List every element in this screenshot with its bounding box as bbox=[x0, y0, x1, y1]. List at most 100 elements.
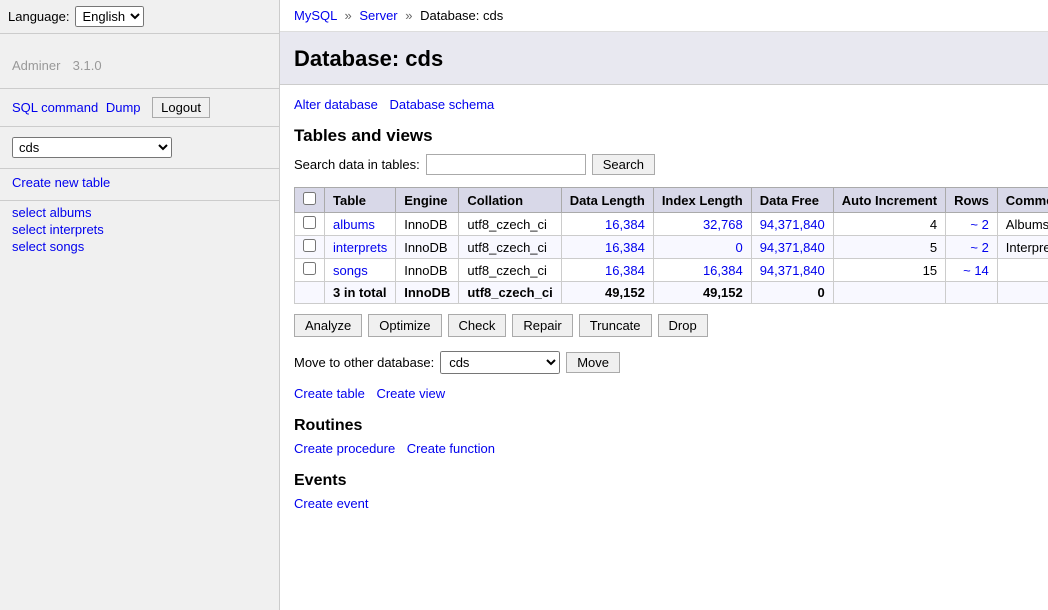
albums-data-length[interactable]: 16,384 bbox=[605, 217, 645, 232]
breadcrumb-mysql[interactable]: MySQL bbox=[294, 8, 337, 23]
routines-section: Routines Create procedure Create functio… bbox=[294, 417, 1048, 456]
create-table-link-bottom[interactable]: Create table bbox=[294, 386, 365, 401]
col-collation: Collation bbox=[459, 188, 561, 213]
search-label: Search data in tables: bbox=[294, 157, 420, 172]
interprets-link[interactable]: interprets bbox=[50, 222, 104, 237]
interprets-engine: InnoDB bbox=[396, 236, 459, 259]
select-interprets-link[interactable]: select bbox=[12, 222, 46, 237]
songs-index-length[interactable]: 16,384 bbox=[703, 263, 743, 278]
row-checkbox-albums[interactable] bbox=[303, 216, 316, 229]
table-row: interprets InnoDB utf8_czech_ci 16,384 0… bbox=[295, 236, 1048, 259]
songs-data-free[interactable]: 94,371,840 bbox=[760, 263, 825, 278]
songs-link[interactable]: songs bbox=[50, 239, 85, 254]
language-select[interactable]: English bbox=[75, 6, 144, 27]
albums-auto-increment: 4 bbox=[833, 213, 945, 236]
albums-rows[interactable]: ~ 2 bbox=[970, 217, 988, 232]
check-button[interactable]: Check bbox=[448, 314, 507, 337]
total-index-length: 49,152 bbox=[653, 282, 751, 304]
search-bar: Search data in tables: Search bbox=[294, 154, 1048, 175]
list-item: select interprets bbox=[12, 222, 267, 237]
dump-link[interactable]: Dump bbox=[106, 100, 141, 115]
database-schema-link[interactable]: Database schema bbox=[389, 97, 494, 112]
col-engine: Engine bbox=[396, 188, 459, 213]
interprets-data-length[interactable]: 16,384 bbox=[605, 240, 645, 255]
database-select[interactable]: cds bbox=[12, 137, 172, 158]
albums-link[interactable]: albums bbox=[50, 205, 92, 220]
total-engine: InnoDB bbox=[396, 282, 459, 304]
create-procedure-link[interactable]: Create procedure bbox=[294, 441, 395, 456]
interprets-data-free[interactable]: 94,371,840 bbox=[760, 240, 825, 255]
interprets-comment: Interprets bbox=[997, 236, 1048, 259]
interprets-index-length[interactable]: 0 bbox=[735, 240, 742, 255]
create-new-table-link[interactable]: Create new table bbox=[12, 175, 110, 190]
songs-rows[interactable]: ~ 14 bbox=[963, 263, 989, 278]
row-checkbox-songs[interactable] bbox=[303, 262, 316, 275]
create-event-link[interactable]: Create event bbox=[294, 496, 368, 511]
truncate-button[interactable]: Truncate bbox=[579, 314, 652, 337]
table-total-row: 3 in total InnoDB utf8_czech_ci 49,152 4… bbox=[295, 282, 1048, 304]
col-table: Table bbox=[325, 188, 396, 213]
routines-heading: Routines bbox=[294, 417, 1048, 435]
songs-table-link[interactable]: songs bbox=[333, 263, 368, 278]
brand-name: Adminer bbox=[12, 58, 60, 73]
drop-button[interactable]: Drop bbox=[658, 314, 708, 337]
breadcrumb-sep1: » bbox=[344, 8, 351, 23]
table-list: select albums select interprets select s… bbox=[0, 200, 279, 268]
select-songs-link[interactable]: select bbox=[12, 239, 46, 254]
action-buttons: Analyze Optimize Check Repair Truncate D… bbox=[294, 314, 1048, 337]
select-all-checkbox[interactable] bbox=[303, 192, 316, 205]
list-item: select songs bbox=[12, 239, 267, 254]
tables-heading: Tables and views bbox=[294, 126, 1048, 146]
db-action-links: Alter database Database schema bbox=[294, 97, 1048, 112]
albums-collation: utf8_czech_ci bbox=[459, 213, 561, 236]
optimize-button[interactable]: Optimize bbox=[368, 314, 441, 337]
select-albums-link[interactable]: select bbox=[12, 205, 46, 220]
brand-version: 3.1.0 bbox=[73, 58, 102, 73]
search-button[interactable]: Search bbox=[592, 154, 655, 175]
total-data-free: 0 bbox=[751, 282, 833, 304]
col-index-length: Index Length bbox=[653, 188, 751, 213]
col-data-free: Data Free bbox=[751, 188, 833, 213]
songs-collation: utf8_czech_ci bbox=[459, 259, 561, 282]
row-checkbox-interprets[interactable] bbox=[303, 239, 316, 252]
col-auto-increment: Auto Increment bbox=[833, 188, 945, 213]
sql-command-link[interactable]: SQL command bbox=[12, 100, 98, 115]
interprets-table-link[interactable]: interprets bbox=[333, 240, 387, 255]
albums-index-length[interactable]: 32,768 bbox=[703, 217, 743, 232]
col-rows: Rows bbox=[946, 188, 998, 213]
analyze-button[interactable]: Analyze bbox=[294, 314, 362, 337]
breadcrumb-current: Database: cds bbox=[420, 8, 503, 23]
interprets-auto-increment: 5 bbox=[833, 236, 945, 259]
songs-data-length[interactable]: 16,384 bbox=[605, 263, 645, 278]
interprets-collation: utf8_czech_ci bbox=[459, 236, 561, 259]
move-db-select[interactable]: cds bbox=[440, 351, 560, 374]
breadcrumb-sep2: » bbox=[405, 8, 412, 23]
tables-section: Tables and views Search data in tables: … bbox=[294, 126, 1048, 401]
repair-button[interactable]: Repair bbox=[512, 314, 572, 337]
breadcrumb-server[interactable]: Server bbox=[359, 8, 397, 23]
language-label: Language: bbox=[8, 9, 69, 24]
move-label: Move to other database: bbox=[294, 355, 434, 370]
search-input[interactable] bbox=[426, 154, 586, 175]
songs-comment bbox=[997, 259, 1048, 282]
table-bottom-links: Create table Create view bbox=[294, 386, 1048, 401]
create-view-link[interactable]: Create view bbox=[376, 386, 445, 401]
total-collation: utf8_czech_ci bbox=[459, 282, 561, 304]
albums-table-link[interactable]: albums bbox=[333, 217, 375, 232]
songs-engine: InnoDB bbox=[396, 259, 459, 282]
col-data-length: Data Length bbox=[561, 188, 653, 213]
albums-data-free[interactable]: 94,371,840 bbox=[760, 217, 825, 232]
total-data-length: 49,152 bbox=[561, 282, 653, 304]
tables-table: Table Engine Collation Data Length Index… bbox=[294, 187, 1048, 304]
interprets-rows[interactable]: ~ 2 bbox=[970, 240, 988, 255]
page-title: Database: cds bbox=[294, 46, 1048, 72]
albums-comment: Albums bbox=[997, 213, 1048, 236]
breadcrumb: MySQL » Server » Database: cds bbox=[280, 0, 1048, 32]
create-function-link[interactable]: Create function bbox=[407, 441, 495, 456]
events-heading: Events bbox=[294, 472, 1048, 490]
logout-button[interactable]: Logout bbox=[152, 97, 210, 118]
total-label: 3 in total bbox=[325, 282, 396, 304]
move-button[interactable]: Move bbox=[566, 352, 620, 373]
albums-engine: InnoDB bbox=[396, 213, 459, 236]
alter-database-link[interactable]: Alter database bbox=[294, 97, 378, 112]
